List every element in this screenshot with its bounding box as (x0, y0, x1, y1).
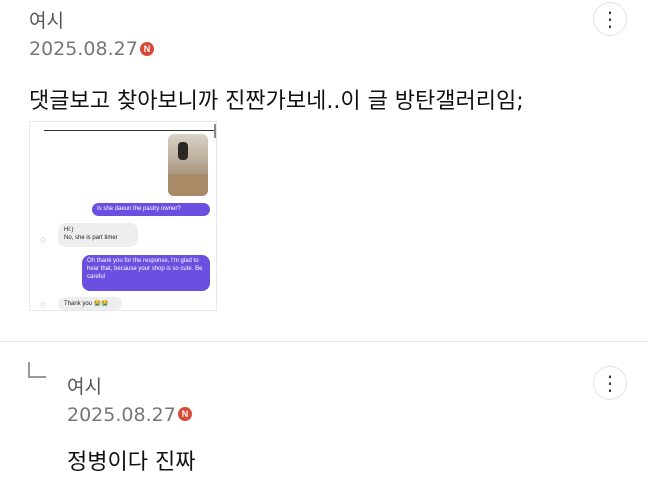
more-vertical-icon: ⋮ (600, 7, 620, 31)
thumb-message-out-2: Oh thank you for the response, I'm glad … (82, 255, 210, 291)
more-options-button[interactable]: ⋮ (593, 2, 627, 36)
thumb-avatar: ⓘ (40, 239, 47, 245)
reply-author: 여시 (67, 376, 102, 398)
thumb-avatar: ⓘ (40, 304, 47, 310)
thumb-message-out-1: Is she daeun the pastry owner? (92, 203, 210, 216)
attached-image[interactable]: Is she daeun the pastry owner? Hi:) No, … (29, 121, 217, 311)
thumb-message-in-2: Thank you 😭😭 (58, 297, 122, 310)
thumb-message-in-1: Hi:) No, she is part timer (58, 223, 138, 247)
reply-arrow-icon (28, 362, 46, 378)
thumb-photo (168, 134, 208, 196)
reply-text: 정병이다 진짜 (67, 450, 196, 475)
new-badge: N (140, 42, 154, 56)
reply-date: 2025.08.27 (67, 404, 176, 426)
reply-more-options-button[interactable]: ⋮ (593, 366, 627, 400)
comment-divider (0, 341, 648, 342)
thumb-scrollbar (214, 124, 216, 138)
thumb-top-line (44, 130, 216, 131)
comment-date: 2025.08.27 (29, 38, 138, 60)
comment-author: 여시 (29, 10, 64, 32)
more-vertical-icon: ⋮ (600, 371, 620, 395)
comment-text: 댓글보고 찾아보니까 진짠가보네..이 글 방탄갤러리임; (29, 89, 524, 114)
new-badge: N (178, 407, 192, 421)
